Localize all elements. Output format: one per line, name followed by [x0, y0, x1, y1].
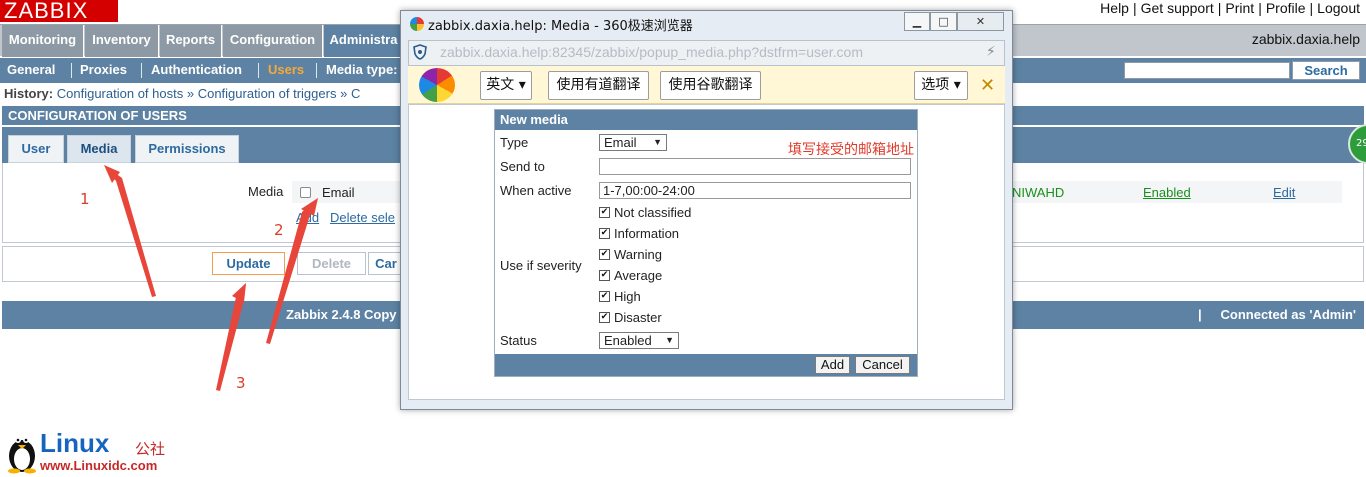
annotation-step-2: 2	[274, 221, 284, 239]
tux-icon	[8, 437, 36, 474]
popup-window-title: zabbix.daxia.help: Media - 360极速浏览器	[428, 19, 693, 34]
cancel-media-button[interactable]: Cancel	[855, 356, 910, 374]
annotation-note: 填写接受的邮箱地址	[788, 142, 914, 158]
severity-option: High	[614, 289, 641, 304]
severity-option: Information	[614, 226, 680, 241]
when-active-label: When active	[500, 183, 572, 198]
minimize-button[interactable]: ▁	[904, 12, 930, 31]
severity-checkbox[interactable]: ✔	[599, 228, 610, 239]
status-label: Status	[500, 333, 537, 348]
send-to-input[interactable]	[599, 158, 911, 175]
severity-checkbox[interactable]: ✔	[599, 312, 610, 323]
maximize-button[interactable]: □	[930, 12, 957, 31]
form-footer	[495, 354, 917, 376]
severity-option: Average	[614, 268, 663, 283]
language-dropdown[interactable]: 英文 ▾	[480, 71, 532, 100]
type-label: Type	[500, 135, 529, 150]
watermark-brand: Linux	[40, 428, 110, 458]
translate-options-dropdown[interactable]: 选项 ▾	[914, 71, 968, 100]
shield-icon	[413, 44, 427, 60]
add-button[interactable]: Add	[815, 356, 850, 374]
severity-checkbox[interactable]: ✔	[599, 270, 610, 281]
watermark-brand-cn: 公社	[135, 440, 166, 458]
severity-option: Not classified	[614, 205, 692, 220]
status-select[interactable]: Enabled ▼	[599, 332, 679, 349]
annotation-step-1: 1	[80, 190, 90, 208]
severity-option: Warning	[614, 247, 662, 262]
severity-checkbox[interactable]: ✔	[599, 249, 610, 260]
address-url: zabbix.daxia.help:82345/zabbix/popup_med…	[440, 44, 864, 60]
browser-icon	[410, 17, 424, 31]
type-select[interactable]: Email ▼	[599, 134, 667, 151]
watermark-url: www.Linuxidc.com	[40, 458, 158, 473]
severity-checkbox[interactable]: ✔	[599, 291, 610, 302]
lightning-icon[interactable]: ⚡	[986, 44, 996, 60]
google-translate-button[interactable]: 使用谷歌翻译	[660, 71, 761, 100]
severity-option: Disaster	[614, 310, 662, 325]
annotation-step-3: 3	[236, 374, 246, 392]
severity-checkbox[interactable]: ✔	[599, 207, 610, 218]
when-active-input[interactable]: 1-7,00:00-24:00	[599, 182, 911, 199]
close-translate-icon[interactable]: ✕	[980, 75, 995, 96]
new-media-title: New media	[495, 110, 917, 130]
send-to-label: Send to	[500, 159, 545, 174]
close-window-button[interactable]: ✕	[957, 12, 1004, 31]
translate-logo-icon	[419, 68, 455, 102]
severity-label: Use if severity	[500, 258, 582, 273]
youdao-translate-button[interactable]: 使用有道翻译	[548, 71, 649, 100]
